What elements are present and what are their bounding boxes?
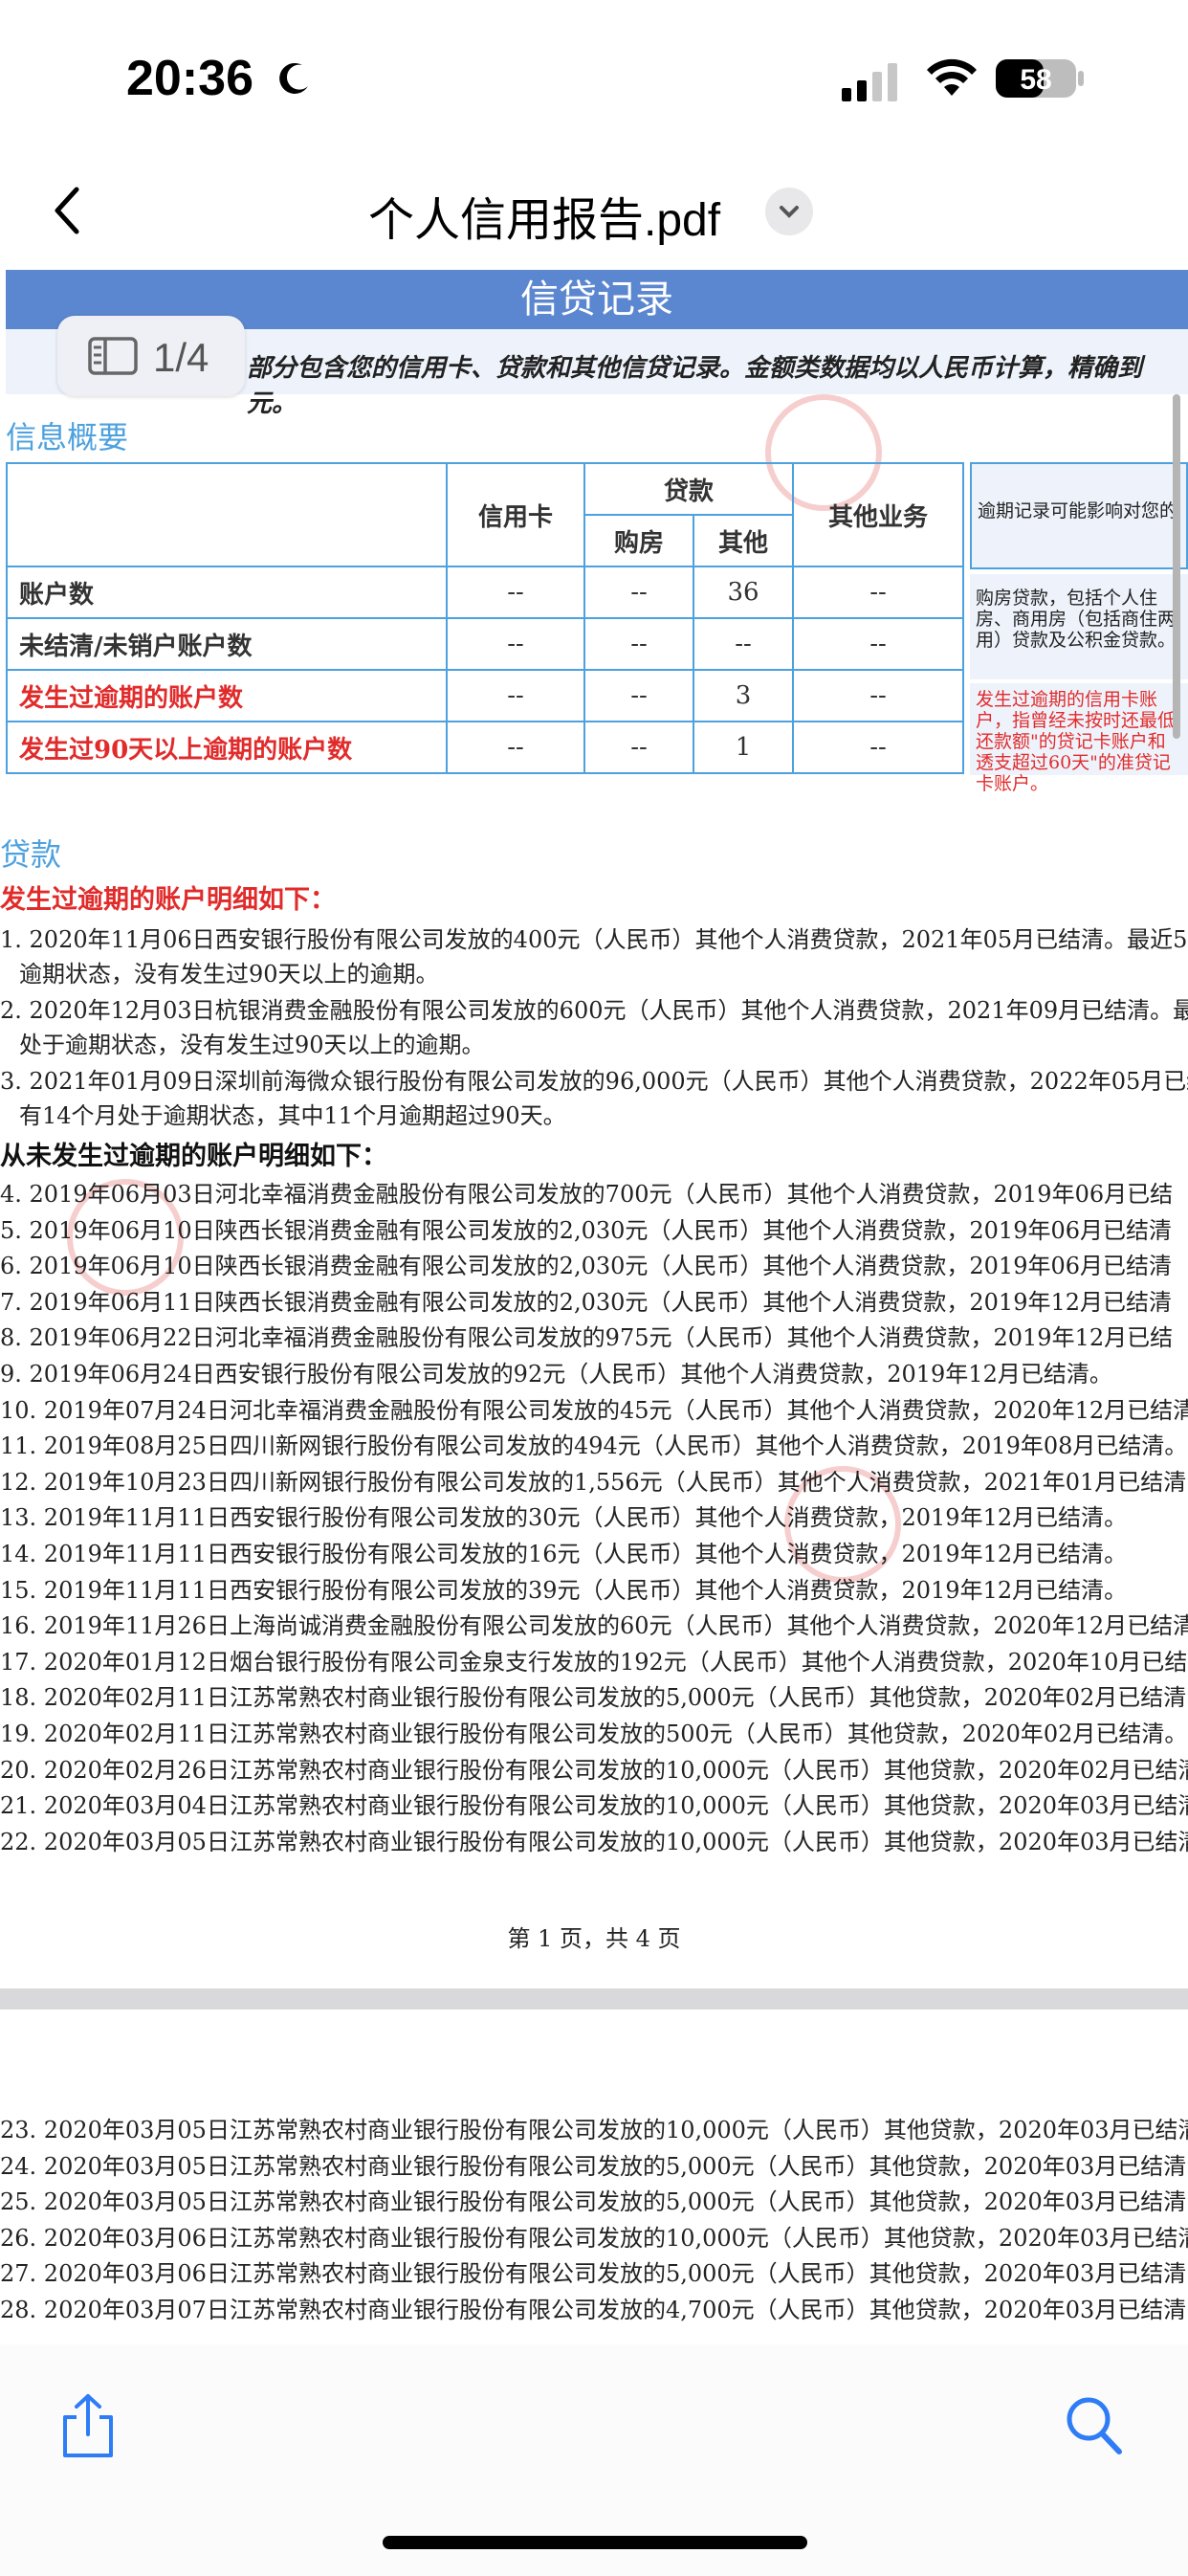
side-note: 逾期记录可能影响对您的: [970, 462, 1188, 569]
wifi-icon: [927, 58, 977, 96]
table-cell: --: [792, 566, 964, 619]
list-item: 22. 2020年03月05日江苏常熟农村商业银行股份有限公司发放的10,000…: [0, 1828, 1188, 1855]
table-cell: --: [446, 721, 585, 774]
table-cell: --: [583, 566, 694, 619]
table-row: 发生过90天以上逾期的账户数 -- -- 1 --: [6, 721, 964, 774]
chevron-down-icon: [780, 206, 799, 218]
table-row: 账户数 -- -- 36 --: [6, 566, 964, 619]
list-item: 5. 2019年06月10日陕西长银消费金融有限公司发放的2,030元（人民币）…: [0, 1216, 1173, 1244]
list-item: 26. 2020年03月06日江苏常熟农村商业银行股份有限公司发放的10,000…: [0, 2224, 1188, 2252]
list-item: 6. 2019年06月10日陕西长银消费金融有限公司发放的2,030元（人民币）…: [0, 1253, 1173, 1280]
table-cell: 36: [693, 566, 794, 619]
page-footer: 第 1 页，共 4 页: [507, 1925, 681, 1952]
list-item: 4. 2019年06月03日河北幸福消费金融股份有限公司发放的700元（人民币）…: [0, 1181, 1174, 1208]
list-item: 8. 2019年06月22日河北幸福消费金融股份有限公司发放的975元（人民币）…: [0, 1324, 1174, 1352]
list-item: 13. 2019年11月11日西安银行股份有限公司发放的30元（人民币）其他个人…: [0, 1504, 1128, 1532]
share-icon[interactable]: [57, 2392, 119, 2459]
row-label: 发生过90天以上逾期的账户数: [6, 721, 448, 774]
battery-icon: 58: [996, 59, 1084, 98]
list-item: 25. 2020年03月05日江苏常熟农村商业银行股份有限公司发放的5,000元…: [0, 2188, 1187, 2216]
scrollbar[interactable]: [1173, 394, 1180, 739]
list-item: 2. 2020年12月03日杭银消费金融股份有限公司发放的600元（人民币）其他…: [0, 997, 1188, 1024]
list-item: 10. 2019年07月24日河北幸福消费金融股份有限公司发放的45元（人民币）…: [0, 1396, 1188, 1424]
list-item: 18. 2020年02月11日江苏常熟农村商业银行股份有限公司发放的5,000元…: [0, 1684, 1187, 1712]
list-item: 19. 2020年02月11日江苏常熟农村商业银行股份有限公司发放的500元（人…: [0, 1721, 1188, 1747]
table-cell: --: [792, 669, 964, 722]
list-item: 27. 2020年03月06日江苏常熟农村商业银行股份有限公司发放的5,000元…: [0, 2260, 1187, 2288]
home-indicator: [383, 2536, 807, 2549]
moon-icon: [279, 62, 308, 94]
row-label: 未结清/未销户账户数: [6, 617, 448, 671]
list-item: 12. 2019年10月23日四川新网银行股份有限公司发放的1,556元（人民币…: [0, 1468, 1187, 1496]
subbanner-text: 部分包含您的信用卡、贷款和其他信贷记录。金额类数据均以人民币计算，精确到元。: [247, 354, 1143, 418]
list-item: 17. 2020年01月12日烟台银行股份有限公司金泉支行发放的192元（人民币…: [0, 1648, 1188, 1676]
battery-level: 58: [1020, 64, 1051, 96]
status-time: 20:36: [126, 51, 253, 106]
loan-heading: 贷款: [0, 836, 62, 873]
col-other: 其他: [693, 514, 794, 567]
list-item: 1. 2020年11月06日西安银行股份有限公司发放的400元（人民币）其他个人…: [0, 926, 1188, 953]
list-item: 11. 2019年08月25日四川新网银行股份有限公司发放的494元（人民币）其…: [0, 1432, 1188, 1460]
sidebar-icon: [88, 337, 138, 375]
page-separator: [0, 1988, 1188, 2011]
list-item-continued: 处于逾期状态，没有发生过90天以上的逾期。: [19, 1032, 485, 1058]
list-item: 23. 2020年03月05日江苏常熟农村商业银行股份有限公司发放的10,000…: [0, 2117, 1188, 2143]
overdue-heading: 发生过逾期的账户明细如下：: [0, 885, 336, 915]
table-cell: --: [693, 617, 794, 671]
list-item: 15. 2019年11月11日西安银行股份有限公司发放的39元（人民币）其他个人…: [0, 1576, 1128, 1604]
list-item: 20. 2020年02月26日江苏常熟农村商业银行股份有限公司发放的10,000…: [0, 1756, 1188, 1784]
list-item: 28. 2020年03月07日江苏常熟农村商业银行股份有限公司发放的4,700元…: [0, 2297, 1187, 2323]
table-cell: --: [792, 721, 964, 774]
summary-table: 信用卡 贷款 其他业务 购房 其他 账户数 -- -- 36 -- 未结清/未销…: [6, 462, 964, 774]
list-item-continued: 有14个月处于逾期状态，其中11个月逾期超过90天。: [19, 1102, 566, 1129]
page-indicator-text: 1/4: [153, 335, 209, 380]
list-item: 24. 2020年03月05日江苏常熟农村商业银行股份有限公司发放的5,000元…: [0, 2152, 1187, 2180]
pdf-page-1[interactable]: 信贷记录 部分包含您的信用卡、贷款和其他信贷记录。金额类数据均以人民币计算，精确…: [0, 270, 1188, 1992]
list-item-continued: 逾期状态，没有发生过90天以上的逾期。: [19, 961, 439, 988]
search-icon[interactable]: [1064, 2394, 1125, 2457]
table-cell: --: [583, 617, 694, 671]
col-credit-card: 信用卡: [446, 462, 585, 567]
table-row: 未结清/未销户账户数 -- -- -- --: [6, 617, 964, 671]
list-item: 21. 2020年03月04日江苏常熟农村商业银行股份有限公司发放的10,000…: [0, 1792, 1188, 1820]
table-cell: --: [446, 669, 585, 722]
col-house: 购房: [583, 514, 694, 567]
list-item: 7. 2019年06月11日陕西长银消费金融有限公司发放的2,030元（人民币）…: [0, 1288, 1173, 1316]
table-corner: [6, 462, 448, 567]
table-cell: --: [583, 669, 694, 722]
col-loan: 贷款: [583, 462, 794, 516]
list-item: 9. 2019年06月24日西安银行股份有限公司发放的92元（人民币）其他个人消…: [0, 1361, 1112, 1388]
no-overdue-heading: 从未发生过逾期的账户明细如下：: [0, 1142, 387, 1171]
title-dropdown-button[interactable]: [765, 188, 813, 235]
side-note-red: 发生过逾期的信用卡账户，指曾经未按时还最低还款额"的贷记卡账户和透支超过60天"…: [970, 683, 1188, 794]
back-chevron-icon[interactable]: [48, 182, 86, 239]
cellular-signal-icon: [842, 63, 897, 101]
table-cell: --: [446, 566, 585, 619]
list-item: 3. 2021年01月09日深圳前海微众银行股份有限公司发放的96,000元（人…: [0, 1068, 1188, 1095]
table-cell: --: [446, 617, 585, 671]
table-cell: 1: [693, 721, 794, 774]
row-label: 账户数: [6, 566, 448, 619]
document-title[interactable]: 个人信用报告.pdf: [368, 182, 720, 249]
row-label: 发生过逾期的账户数: [6, 669, 448, 722]
list-item: 16. 2019年11月26日上海尚诚消费金融股份有限公司发放的60元（人民币）…: [0, 1612, 1188, 1640]
table-cell: 3: [693, 669, 794, 722]
side-note: 购房贷款，包括个人住房、商用房（包括商住两用）贷款及公积金贷款。: [970, 574, 1188, 679]
summary-title: 信息概要: [6, 419, 129, 455]
table-row: 发生过逾期的账户数 -- -- 3 --: [6, 669, 964, 722]
table-cell: --: [583, 721, 694, 774]
table-cell: --: [792, 617, 964, 671]
page-indicator[interactable]: [57, 316, 245, 396]
col-other-business: 其他业务: [792, 462, 964, 567]
list-item: 14. 2019年11月11日西安银行股份有限公司发放的16元（人民币）其他个人…: [0, 1541, 1128, 1567]
